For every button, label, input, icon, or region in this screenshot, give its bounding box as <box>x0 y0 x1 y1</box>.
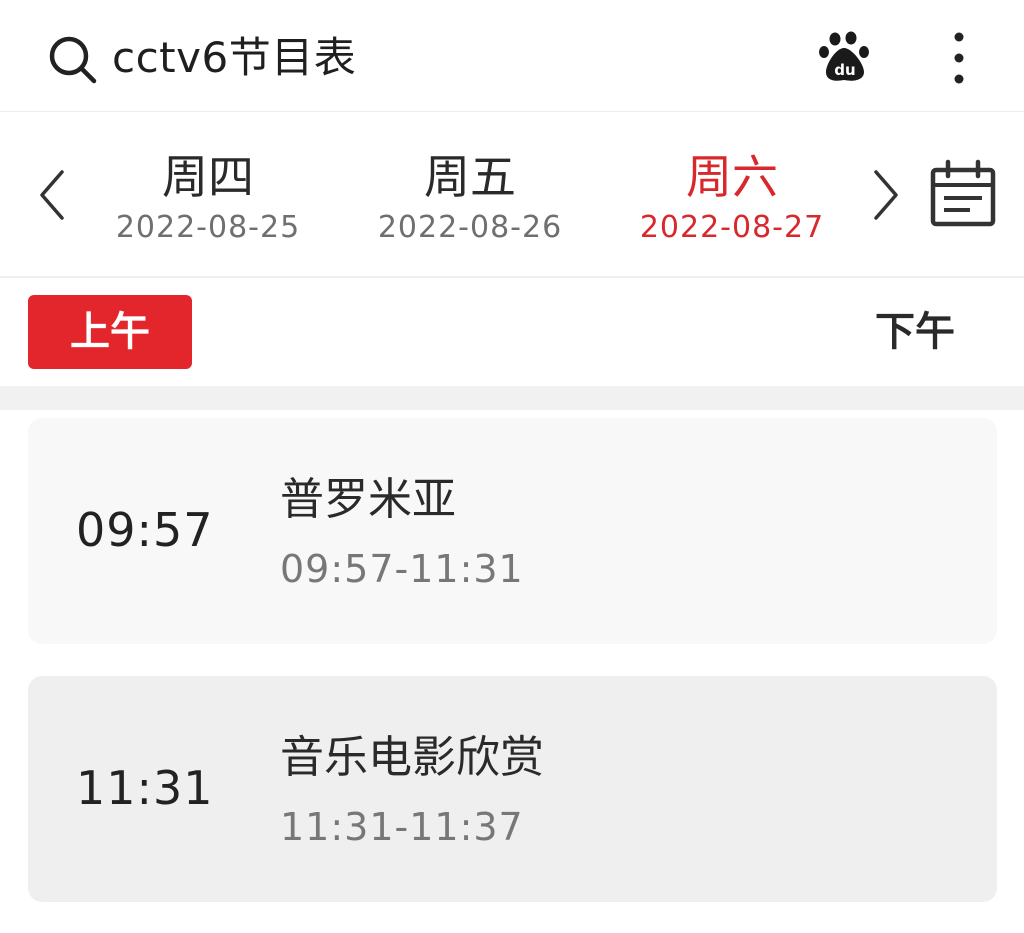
date-tab-saturday[interactable]: 周六 2022-08-27 <box>602 148 862 248</box>
tab-afternoon[interactable]: 下午 <box>850 295 980 369</box>
search-query-text[interactable]: cctv6节目表 <box>112 30 356 86</box>
search-bar: cctv6节目表 du <box>0 0 1024 112</box>
period-tabs: 上午 下午 <box>0 278 1024 386</box>
program-start-time: 09:57 <box>76 503 214 557</box>
tv-schedule-page: cctv6节目表 du 周四 2022-08-25 周五 2022-08-26 <box>0 0 1024 933</box>
program-title: 普罗米亚 <box>280 474 456 525</box>
program-time-range: 09:57-11:31 <box>280 547 524 591</box>
baidu-paw-icon[interactable]: du <box>818 30 872 84</box>
tab-morning[interactable]: 上午 <box>28 295 192 369</box>
date-tab-friday[interactable]: 周五 2022-08-26 <box>340 148 600 248</box>
date-label: 2022-08-27 <box>639 210 825 245</box>
program-time-range: 11:31-11:37 <box>280 805 524 849</box>
program-title: 音乐电影欣赏 <box>280 732 544 783</box>
program-item[interactable]: 11:31 音乐电影欣赏 11:31-11:37 <box>28 676 997 902</box>
calendar-icon[interactable] <box>928 158 998 228</box>
program-list: 09:57 普罗米亚 09:57-11:31 11:31 音乐电影欣赏 11:3… <box>0 410 1024 933</box>
chevron-right-icon[interactable] <box>868 166 904 224</box>
weekday-label: 周六 <box>686 150 778 204</box>
date-label: 2022-08-26 <box>377 210 563 245</box>
date-label: 2022-08-25 <box>115 210 301 245</box>
date-tab-thursday[interactable]: 周四 2022-08-25 <box>78 148 338 248</box>
program-item[interactable]: 09:57 普罗米亚 09:57-11:31 <box>28 418 997 644</box>
program-start-time: 11:31 <box>76 761 214 815</box>
search-icon[interactable] <box>48 35 98 85</box>
chevron-left-icon[interactable] <box>34 166 70 224</box>
baidu-logo-text: du <box>834 61 855 79</box>
section-divider <box>0 386 1024 410</box>
date-selector: 周四 2022-08-25 周五 2022-08-26 周六 2022-08-2… <box>0 112 1024 278</box>
weekday-label: 周五 <box>424 150 516 204</box>
weekday-label: 周四 <box>162 150 254 204</box>
more-vertical-icon[interactable] <box>940 28 978 88</box>
